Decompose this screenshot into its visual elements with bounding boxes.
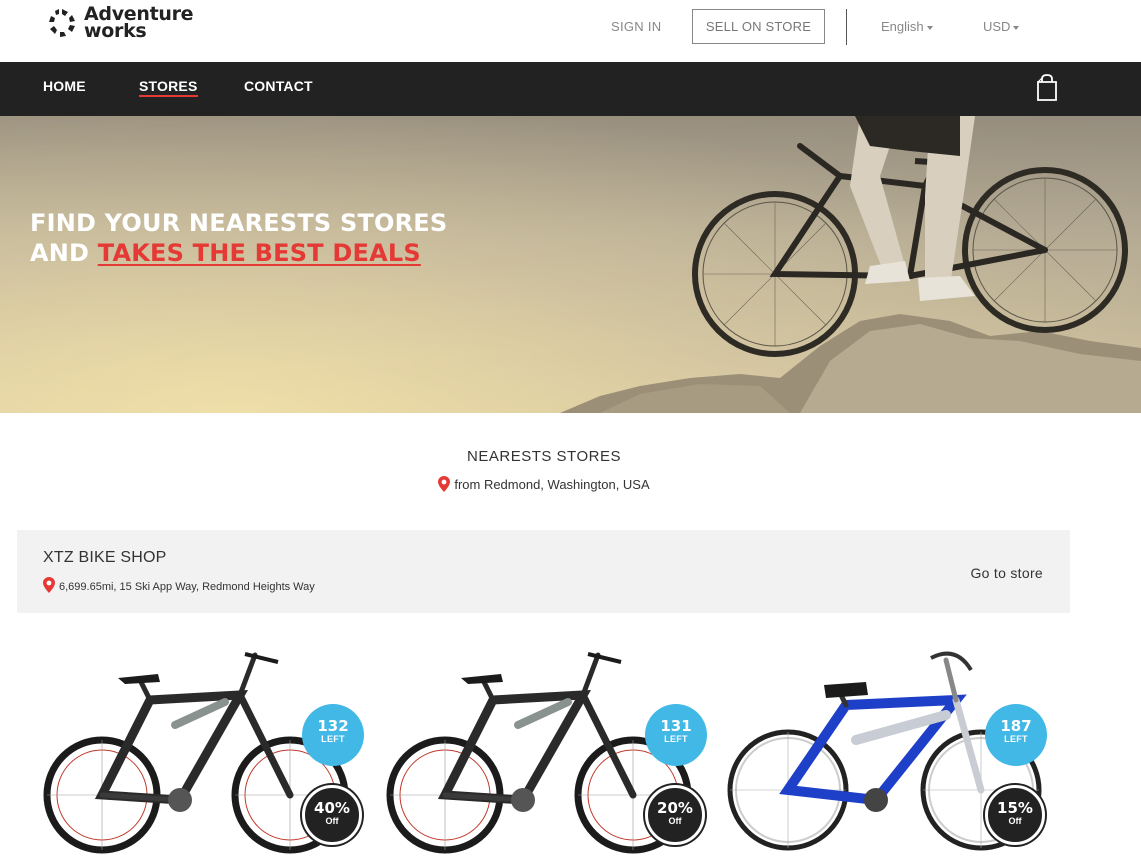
- caret-down-icon: [926, 25, 933, 30]
- map-pin-icon: [438, 476, 451, 492]
- hero-banner: FIND YOUR NEARESTS STORES AND TAKES THE …: [0, 116, 1141, 413]
- map-pin-icon: [43, 577, 55, 593]
- hero-line1: FIND YOUR NEARESTS STORES: [30, 209, 448, 237]
- store-name[interactable]: XTZ BIKE SHOP: [43, 549, 167, 567]
- nav-item-home[interactable]: HOME: [43, 78, 86, 94]
- discount-value: 20%: [657, 799, 693, 817]
- stock-left-badge: 131 LEFT: [645, 704, 707, 766]
- hero-line2: AND TAKES THE BEST DEALS: [30, 238, 447, 268]
- top-bar: Adventure works SIGN IN SELL ON STORE En…: [0, 0, 1141, 62]
- go-to-store-link[interactable]: Go to store: [970, 565, 1043, 581]
- nav-item-stores[interactable]: STORES: [139, 78, 198, 97]
- store-address: 6,699.65mi, 15 Ski App Way, Redmond Heig…: [43, 577, 315, 593]
- hero-line2-prefix: AND: [30, 239, 98, 267]
- discount-badge: 15% Off: [985, 785, 1045, 845]
- product-card[interactable]: 131 LEFT 20% Off: [383, 640, 713, 868]
- discount-label: Off: [325, 816, 339, 826]
- stock-left-count: 187: [1000, 717, 1032, 735]
- brand-logo[interactable]: Adventure works: [46, 5, 194, 42]
- brand-name-line2: works: [84, 20, 147, 42]
- hero-line2-accent[interactable]: TAKES THE BEST DEALS: [98, 239, 421, 267]
- sell-on-store-button[interactable]: SELL ON STORE: [692, 9, 825, 44]
- discount-label: Off: [668, 816, 682, 826]
- nearest-stores-location: from Redmond, Washington, USA: [0, 476, 1088, 492]
- store-address-text: 6,699.65mi, 15 Ski App Way, Redmond Heig…: [59, 581, 315, 593]
- stock-left-label: LEFT: [321, 734, 345, 744]
- discount-label: Off: [1008, 816, 1022, 826]
- header-divider: [846, 9, 847, 45]
- stock-left-badge: 132 LEFT: [302, 704, 364, 766]
- nav-item-contact[interactable]: CONTACT: [244, 78, 313, 94]
- stock-left-count: 131: [660, 717, 692, 735]
- stock-left-label: LEFT: [1004, 734, 1028, 744]
- language-value: English: [881, 19, 924, 34]
- shopping-bag-icon[interactable]: [1036, 74, 1058, 102]
- currency-dropdown[interactable]: USD: [983, 19, 1020, 34]
- language-dropdown[interactable]: English: [881, 19, 933, 34]
- hero-headline: FIND YOUR NEARESTS STORES AND TAKES THE …: [30, 208, 447, 268]
- logo-mark-icon: [49, 9, 75, 37]
- discount-value: 15%: [997, 799, 1033, 817]
- brand-name: Adventure works: [84, 5, 194, 42]
- stock-left-badge: 187 LEFT: [985, 704, 1047, 766]
- location-text: from Redmond, Washington, USA: [454, 477, 650, 492]
- nearest-stores-title: NEARESTS STORES: [467, 448, 621, 465]
- main-nav: HOME STORES CONTACT: [0, 62, 1141, 116]
- stock-left-count: 132: [317, 717, 349, 735]
- product-card[interactable]: 187 LEFT 15% Off: [726, 640, 1056, 868]
- caret-down-icon: [1013, 25, 1020, 30]
- store-card[interactable]: XTZ BIKE SHOP 6,699.65mi, 15 Ski App Way…: [17, 530, 1070, 613]
- currency-value: USD: [983, 19, 1011, 34]
- discount-badge: 20% Off: [645, 785, 705, 845]
- sign-in-link[interactable]: SIGN IN: [611, 19, 662, 34]
- discount-badge: 40% Off: [302, 785, 362, 845]
- product-card[interactable]: 132 LEFT 40% Off: [40, 640, 370, 868]
- discount-value: 40%: [314, 799, 350, 817]
- stock-left-label: LEFT: [664, 734, 688, 744]
